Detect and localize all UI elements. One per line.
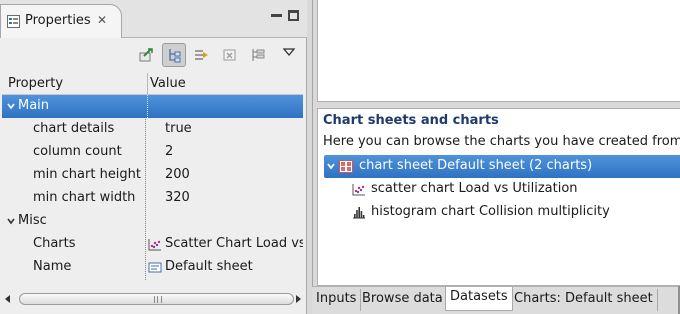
property-key: Main — [18, 98, 50, 113]
filter-advanced-icon — [195, 50, 208, 60]
charts-tree: chart sheet Default sheet (2 charts) sca… — [324, 155, 680, 224]
tree-item-scatter-chart[interactable]: scatter chart Load vs Utilization — [324, 178, 680, 201]
property-value[interactable]: Default sheet — [165, 259, 303, 274]
property-value[interactable]: true — [165, 121, 192, 136]
horizontal-scrollbar[interactable] — [3, 292, 303, 306]
maximize-button[interactable] — [288, 10, 299, 21]
scroll-right-icon[interactable] — [293, 294, 303, 304]
property-row[interactable]: chart details true — [2, 118, 303, 141]
tree-item-label: scatter chart Load vs Utilization — [371, 181, 578, 196]
category-row-misc[interactable]: Misc — [2, 210, 303, 233]
properties-tab-bar: Properties ✕ — [0, 0, 307, 38]
tree-item-label: chart sheet Default sheet (2 charts) — [359, 158, 593, 173]
name-field-icon — [148, 262, 162, 273]
property-key: chart details — [33, 121, 115, 136]
column-divider — [145, 119, 146, 280]
tree-layout-icon — [252, 49, 265, 61]
properties-tab[interactable]: Properties ✕ — [0, 4, 122, 38]
editor-area: Chart sheets and charts Here you can bro… — [312, 0, 680, 314]
restore-default-icon — [223, 49, 236, 61]
scrollbar-track[interactable] — [19, 293, 295, 305]
column-divider — [147, 95, 148, 118]
scatter-chart-icon — [352, 184, 365, 196]
charts-section: Chart sheets and charts Here you can bro… — [317, 108, 680, 286]
column-divider[interactable] — [147, 73, 148, 95]
scrollbar-thumb[interactable] — [19, 293, 294, 305]
table-header: Property Value — [2, 73, 303, 95]
properties-icon — [7, 15, 20, 28]
show-categories-button[interactable] — [162, 43, 186, 67]
section-description: Here you can browse the charts you have … — [323, 134, 680, 149]
chart-sheet-icon — [339, 160, 353, 173]
properties-view: Properties ✕ Property Value Main chart d… — [0, 0, 307, 314]
tab-charts-default-sheet[interactable]: Charts: Default sheet — [510, 289, 658, 311]
minimize-button[interactable] — [271, 10, 282, 21]
properties-tab-label: Properties — [25, 13, 91, 28]
tree-item-histogram-chart[interactable]: histogram chart Collision multiplicity — [324, 201, 680, 224]
scatter-chart-icon — [148, 239, 161, 251]
tree-item-chart-sheet[interactable]: chart sheet Default sheet (2 charts) — [324, 155, 680, 178]
section-title: Chart sheets and charts — [323, 113, 499, 128]
property-key: Misc — [18, 213, 47, 228]
pin-icon — [139, 48, 153, 62]
restore-default-button[interactable] — [218, 43, 242, 67]
property-key: Name — [33, 259, 72, 274]
grip-icon — [154, 296, 162, 303]
property-key: min chart width — [33, 190, 136, 205]
property-key: Charts — [33, 236, 76, 251]
close-icon[interactable]: ✕ — [97, 13, 107, 27]
show-advanced-button[interactable] — [190, 43, 214, 67]
value-column-header[interactable]: Value — [150, 76, 186, 91]
property-value[interactable]: Scatter Chart Load vs Utilization — [165, 236, 303, 251]
property-row[interactable]: Name Default sheet — [2, 256, 303, 279]
property-value[interactable]: 200 — [165, 167, 190, 182]
property-value[interactable]: 2 — [165, 144, 173, 159]
property-row[interactable]: column count 2 — [2, 141, 303, 164]
histogram-chart-icon — [353, 207, 365, 219]
editor-upper-panel — [317, 0, 680, 102]
tree-layout-button[interactable] — [246, 43, 270, 67]
properties-table: Property Value Main chart details true c… — [2, 73, 303, 279]
property-value[interactable]: 320 — [165, 190, 190, 205]
editor-page-tabs: Inputs Browse data Datasets Charts: Defa… — [312, 286, 680, 314]
property-key: column count — [33, 144, 122, 159]
chevron-down-icon[interactable] — [6, 216, 16, 226]
tab-datasets[interactable]: Datasets — [445, 287, 513, 311]
property-column-header[interactable]: Property — [8, 76, 63, 91]
tree-item-label: histogram chart Collision multiplicity — [371, 204, 610, 219]
scroll-left-icon[interactable] — [3, 294, 13, 304]
property-row[interactable]: Charts Scatter Chart Load vs Utilization — [2, 233, 303, 256]
properties-toolbar — [0, 39, 307, 71]
chevron-down-icon[interactable] — [6, 101, 16, 111]
tab-browse-data[interactable]: Browse data — [358, 289, 448, 311]
categories-icon — [169, 49, 181, 63]
category-row-main[interactable]: Main — [2, 95, 303, 118]
chevron-down-icon[interactable] — [326, 161, 336, 171]
property-key: min chart height — [33, 167, 142, 182]
property-row[interactable]: min chart height 200 — [2, 164, 303, 187]
pin-button[interactable] — [134, 43, 158, 67]
property-row[interactable]: min chart width 320 — [2, 187, 303, 210]
tab-inputs[interactable]: Inputs — [312, 289, 362, 311]
view-menu-icon[interactable] — [283, 47, 295, 57]
